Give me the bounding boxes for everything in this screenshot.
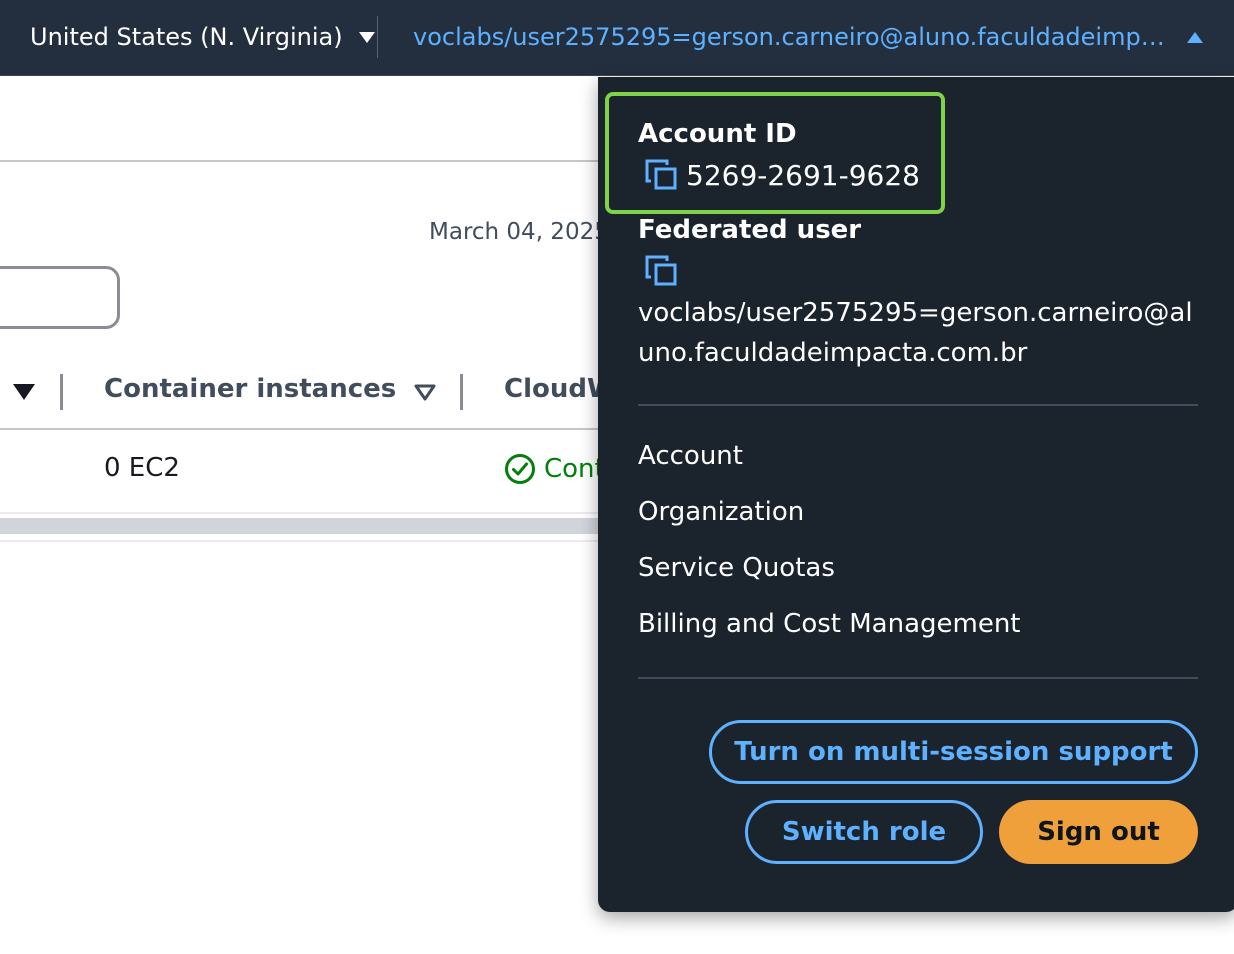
- column-divider[interactable]: [460, 374, 463, 410]
- nav-divider: [377, 16, 378, 58]
- status-text: Cont: [544, 454, 605, 484]
- page-divider: [0, 160, 620, 162]
- caret-up-icon: [1187, 31, 1203, 43]
- check-circle-icon: [505, 454, 535, 484]
- sign-out-button[interactable]: Sign out: [999, 800, 1198, 864]
- top-navigation-bar: United States (N. Virginia) voclabs/user…: [0, 0, 1234, 76]
- multi-session-button[interactable]: Turn on multi-session support: [709, 720, 1198, 784]
- last-updated-date: March 04, 2025: [429, 219, 609, 245]
- account-id-highlight: [605, 92, 945, 214]
- menu-item-organization[interactable]: Organization: [638, 497, 804, 527]
- table-header-divider: [0, 428, 620, 430]
- account-id-label: Account ID: [638, 119, 797, 149]
- sort-down-icon[interactable]: [13, 384, 35, 400]
- cell-container-instances: 0 EC2: [104, 453, 180, 483]
- menu-item-service-quotas[interactable]: Service Quotas: [638, 553, 835, 583]
- row-divider: [0, 512, 620, 514]
- column-header-container-instances[interactable]: Container instances: [104, 374, 396, 404]
- account-menu-toggle[interactable]: voclabs/user2575295=gerson.carneiro@alun…: [413, 20, 1203, 54]
- dropdown-divider: [638, 404, 1198, 406]
- menu-item-account[interactable]: Account: [638, 441, 743, 471]
- dropdown-divider: [638, 677, 1198, 679]
- cell-status: Cont: [504, 453, 605, 485]
- copy-icon[interactable]: [644, 157, 680, 193]
- switch-role-button[interactable]: Switch role: [745, 800, 983, 864]
- account-menu-label: voclabs/user2575295=gerson.carneiro@alun…: [413, 23, 1173, 51]
- horizontal-scrollbar[interactable]: [0, 518, 620, 534]
- account-id-row: 5269-2691-9628: [644, 157, 920, 193]
- region-selector[interactable]: United States (N. Virginia): [30, 20, 375, 54]
- sort-outline-icon[interactable]: [414, 384, 436, 402]
- region-label: United States (N. Virginia): [30, 23, 343, 51]
- caret-down-icon: [358, 31, 375, 43]
- federated-user-label: Federated user: [638, 215, 862, 245]
- account-id-value: 5269-2691-9628: [686, 158, 920, 192]
- federated-user-value: voclabs/user2575295=gerson.carneiro@alun…: [638, 298, 1193, 368]
- menu-item-billing[interactable]: Billing and Cost Management: [638, 609, 1021, 639]
- table-bottom-divider: [0, 540, 620, 542]
- column-divider[interactable]: [60, 374, 63, 410]
- filter-input[interactable]: [0, 266, 120, 329]
- copy-icon[interactable]: [644, 253, 680, 289]
- account-dropdown: Account ID 5269-2691-9628 Federated user…: [598, 77, 1234, 912]
